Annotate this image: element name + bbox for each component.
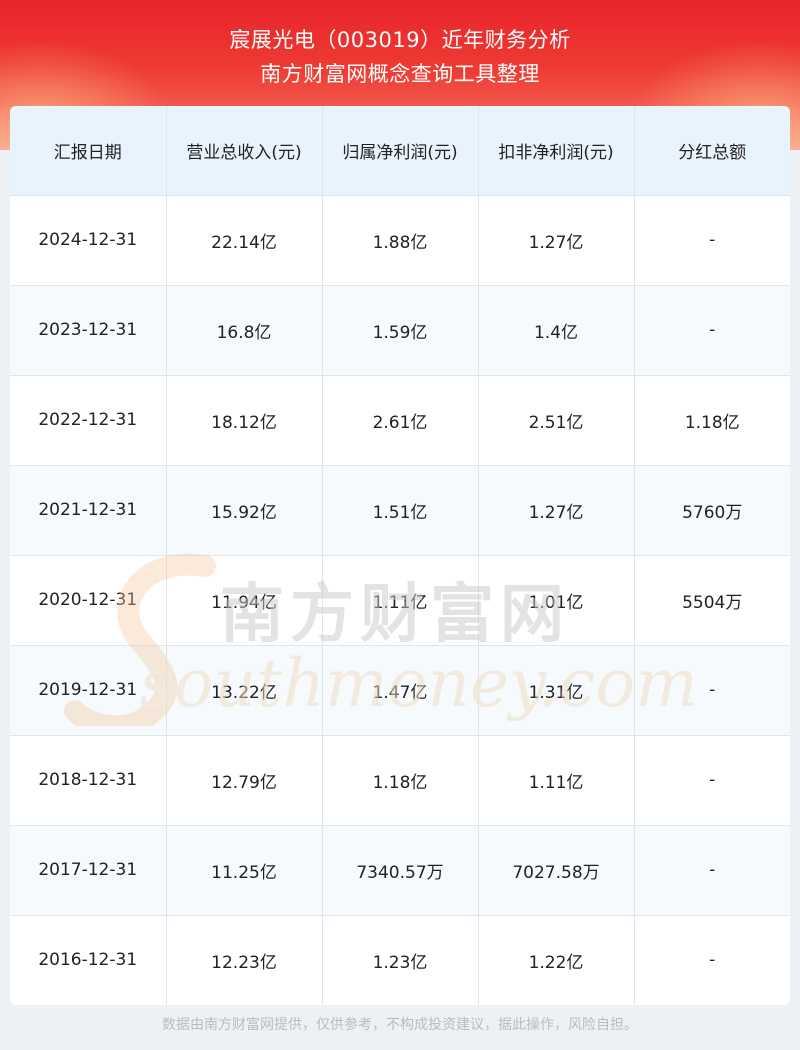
table-row: 2024-12-31 22.14亿 1.88亿 1.27亿 - (10, 195, 790, 286)
cell-date: 2020-12-31 (10, 555, 167, 646)
table-row: 2019-12-31 13.22亿 1.47亿 1.31亿 - (10, 645, 790, 736)
cell-revenue: 16.8亿 (166, 285, 323, 376)
cell-deducted-profit: 1.01亿 (478, 555, 635, 646)
table-row: 2020-12-31 11.94亿 1.11亿 1.01亿 5504万 (10, 555, 790, 646)
cell-date: 2023-12-31 (10, 285, 167, 376)
cell-net-profit: 2.61亿 (322, 375, 479, 466)
cell-net-profit: 1.59亿 (322, 285, 479, 376)
cell-net-profit: 1.47亿 (322, 645, 479, 736)
cell-revenue: 15.92亿 (166, 465, 323, 556)
footer-disclaimer: 数据由南方财富网提供，仅供参考，不构成投资建议，据此操作，风险自担。 (162, 1017, 638, 1033)
cell-net-profit: 1.18亿 (322, 735, 479, 826)
cell-deducted-profit: 1.4亿 (478, 285, 635, 376)
cell-date: 2017-12-31 (10, 825, 167, 916)
cell-date: 2016-12-31 (10, 915, 167, 1005)
cell-dividend: - (634, 285, 790, 376)
table-row: 2016-12-31 12.23亿 1.23亿 1.22亿 - (10, 915, 790, 1005)
cell-net-profit: 7340.57万 (322, 825, 479, 916)
cell-revenue: 18.12亿 (166, 375, 323, 466)
financial-table: 汇报日期 营业总收入(元) 归属净利润(元) 扣非净利润(元) 分红总额 202… (10, 106, 790, 1005)
cell-deducted-profit: 1.22亿 (478, 915, 635, 1005)
cell-net-profit: 1.51亿 (322, 465, 479, 556)
table-row: 2017-12-31 11.25亿 7340.57万 7027.58万 - (10, 825, 790, 916)
cell-date: 2021-12-31 (10, 465, 167, 556)
cell-deducted-profit: 1.31亿 (478, 645, 635, 736)
column-header-net-profit: 归属净利润(元) (322, 106, 479, 196)
table-row: 2018-12-31 12.79亿 1.18亿 1.11亿 - (10, 735, 790, 826)
cell-revenue: 12.79亿 (166, 735, 323, 826)
column-header-deducted-profit: 扣非净利润(元) (478, 106, 635, 196)
cell-dividend: - (709, 950, 716, 971)
cell-dividend: 1.18亿 (634, 375, 790, 466)
table-row: 2022-12-31 18.12亿 2.61亿 2.51亿 1.18亿 (10, 375, 790, 466)
cell-date: 2022-12-31 (10, 375, 167, 466)
financial-table-card: 汇报日期 营业总收入(元) 归属净利润(元) 扣非净利润(元) 分红总额 202… (10, 106, 790, 1005)
cell-dividend: - (634, 195, 790, 286)
table-header-row: 汇报日期 营业总收入(元) 归属净利润(元) 扣非净利润(元) 分红总额 (10, 106, 790, 196)
column-header-revenue: 营业总收入(元) (166, 106, 323, 196)
page-subtitle: 南方财富网概念查询工具整理 (260, 62, 540, 86)
column-header-dividend: 分红总额 (634, 106, 790, 196)
cell-deducted-profit: 2.51亿 (478, 375, 635, 466)
cell-deducted-profit: 1.27亿 (478, 195, 635, 286)
cell-date: 2019-12-31 (10, 645, 167, 736)
cell-deducted-profit: 1.11亿 (478, 735, 635, 826)
table-body: 2024-12-31 22.14亿 1.88亿 1.27亿 -2023-12-31 16.… (10, 195, 790, 1005)
cell-revenue: 22.14亿 (166, 195, 323, 286)
cell-revenue: 12.23亿 (166, 915, 323, 1005)
page-title: 宸展光电（003019）近年财务分析 (229, 28, 571, 52)
cell-dividend: 5504万 (634, 555, 790, 646)
cell-deducted-profit: 7027.58万 (478, 825, 635, 916)
cell-date: 2024-12-31 (10, 195, 167, 286)
cell-revenue: 13.22亿 (166, 645, 323, 736)
cell-date: 2018-12-31 (10, 735, 167, 826)
table-row: 2021-12-31 15.92亿 1.51亿 1.27亿 5760万 (10, 465, 790, 556)
cell-net-profit: 1.23亿 (322, 915, 479, 1005)
table-row: 2023-12-31 16.8亿 1.59亿 1.4亿 - (10, 285, 790, 376)
cell-revenue: 11.25亿 (166, 825, 323, 916)
cell-dividend: 5760万 (634, 465, 790, 556)
cell-deducted-profit: 1.27亿 (478, 465, 635, 556)
cell-dividend: - (634, 645, 790, 736)
cell-revenue: 11.94亿 (166, 555, 323, 646)
column-header-date: 汇报日期 (10, 106, 167, 196)
cell-dividend: - (634, 825, 790, 916)
cell-dividend: - (634, 735, 790, 826)
cell-net-profit: 1.88亿 (322, 195, 479, 286)
cell-net-profit: 1.11亿 (322, 555, 479, 646)
